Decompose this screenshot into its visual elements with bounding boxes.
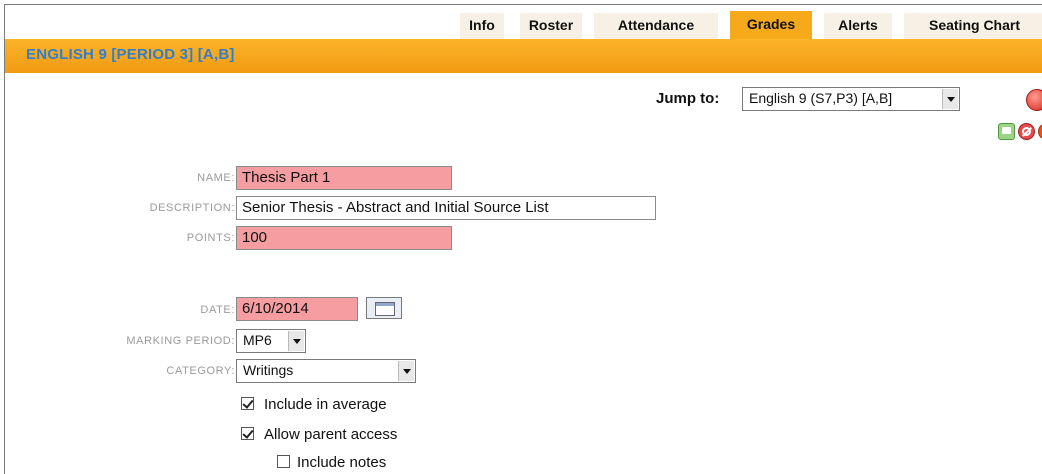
allow-parent-label: Allow parent access (264, 426, 398, 443)
description-label: DESCRIPTION: (149, 202, 235, 214)
gradebook-window: Info Roster Attendance Grades Alerts Sea… (4, 4, 1042, 474)
jump-to-select[interactable]: English 9 (S7,P3) [A,B] (742, 87, 960, 111)
calendar-icon (375, 302, 395, 316)
tab-roster[interactable]: Roster (520, 13, 582, 39)
description-field[interactable]: Senior Thesis - Abstract and Initial Sou… (236, 196, 656, 220)
date-label: DATE: (200, 304, 235, 316)
date-field[interactable]: 6/10/2014 (236, 297, 358, 321)
name-label: NAME: (197, 172, 235, 184)
include-notes-checkbox[interactable] (277, 455, 290, 468)
tab-info[interactable]: Info (460, 13, 504, 39)
category-label: CATEGORY: (166, 365, 235, 377)
tab-bar: Info Roster Attendance Grades Alerts Sea… (5, 5, 1042, 39)
points-label: POINTS: (186, 232, 235, 244)
marking-period-label: MARKING PERIOD: (126, 335, 235, 347)
section-title-bar: ENGLISH 9 [PERIOD 3] [A,B] (5, 39, 1042, 73)
tab-alerts[interactable]: Alerts (824, 13, 892, 39)
page-title: ENGLISH 9 [PERIOD 3] [A,B] (26, 46, 235, 63)
calendar-button[interactable] (366, 297, 402, 319)
include-average-label: Include in average (264, 396, 387, 413)
tab-attendance[interactable]: Attendance (594, 13, 718, 39)
jump-to-value: English 9 (S7,P3) [A,B] (749, 90, 893, 106)
chevron-down-icon (288, 331, 304, 351)
marking-period-value: MP6 (243, 332, 272, 348)
chevron-down-icon (398, 361, 414, 381)
tab-seating-chart[interactable]: Seating Chart (904, 13, 1042, 39)
name-field[interactable]: Thesis Part 1 (236, 166, 452, 190)
cancel-icon[interactable] (1018, 123, 1035, 140)
points-field[interactable]: 100 (236, 226, 452, 250)
allow-parent-checkbox[interactable] (241, 427, 254, 440)
go-icon[interactable] (1026, 89, 1042, 111)
jump-to-label: Jump to: (656, 90, 720, 107)
tab-grades[interactable]: Grades (730, 11, 812, 39)
category-value: Writings (243, 362, 294, 378)
save-icon[interactable] (998, 123, 1015, 140)
chevron-down-icon (942, 89, 958, 109)
category-select[interactable]: Writings (236, 359, 416, 383)
include-average-checkbox[interactable] (241, 397, 254, 410)
marking-period-select[interactable]: MP6 (236, 329, 306, 353)
delete-icon[interactable] (1038, 123, 1042, 140)
include-notes-label: Include notes (297, 454, 387, 471)
